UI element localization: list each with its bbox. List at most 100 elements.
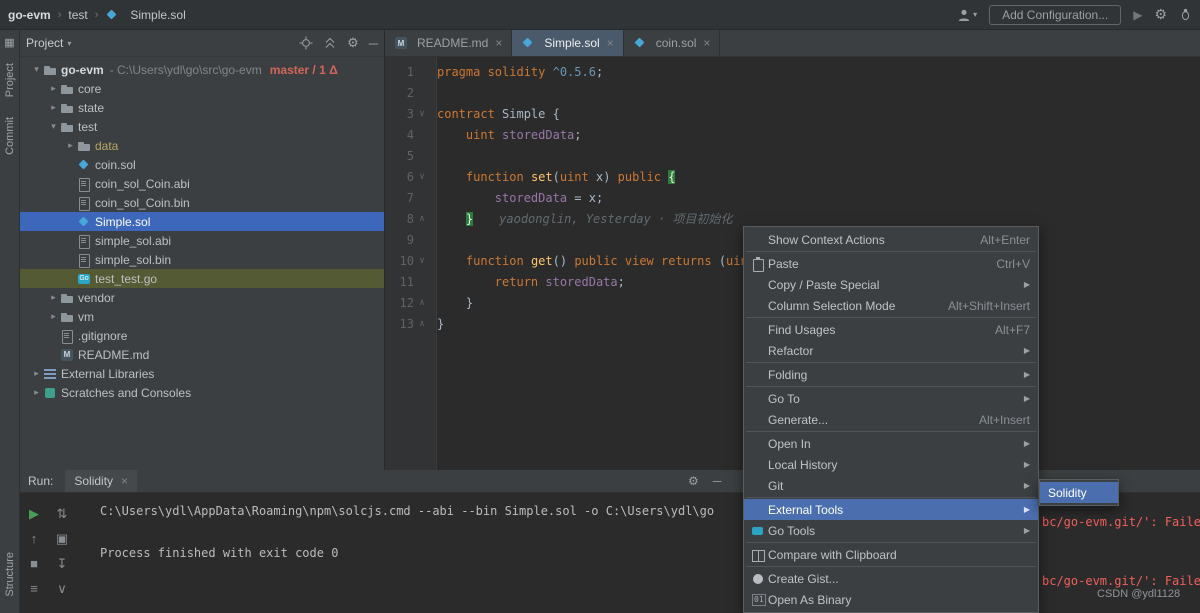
menu-item-external-tools[interactable]: External Tools▶ xyxy=(744,499,1038,520)
breadcrumb-folder[interactable]: test xyxy=(68,8,87,22)
menu-icon-slot xyxy=(748,478,768,494)
chevron-right-icon[interactable]: ▸ xyxy=(30,368,43,379)
submenu-item-solidity[interactable]: Solidity xyxy=(1040,482,1118,503)
menu-item-git[interactable]: Git▶ xyxy=(744,475,1038,496)
tree-item-go-evm[interactable]: ▾go-evm- C:\Users\ydl\go\src\go-evmmaste… xyxy=(20,60,384,79)
project-panel-title[interactable]: Project xyxy=(26,36,63,50)
tab-coin-sol[interactable]: coin.sol× xyxy=(624,30,721,56)
menu-item-label: Go Tools xyxy=(768,524,1014,538)
menu-item-generate[interactable]: Generate...Alt+Insert xyxy=(744,409,1038,430)
sort-icon[interactable]: ⇅ xyxy=(57,501,68,526)
chevron-right-icon[interactable]: ▸ xyxy=(47,292,60,303)
panel-settings-gear-icon[interactable]: ⚙ xyxy=(347,35,359,51)
tree-item-coin-sol-coin-abi[interactable]: coin_sol_Coin.abi xyxy=(20,174,384,193)
menu-item-find-usages[interactable]: Find UsagesAlt+F7 xyxy=(744,319,1038,340)
add-configuration-button[interactable]: Add Configuration... xyxy=(989,5,1121,25)
chevron-right-icon: › xyxy=(58,9,62,21)
line-number: 12 xyxy=(392,293,414,314)
tab-label: README.md xyxy=(417,36,488,50)
menu-item-create-gist[interactable]: Create Gist... xyxy=(744,568,1038,589)
stop-button[interactable]: ■ xyxy=(30,551,38,576)
submenu-arrow-icon: ▶ xyxy=(1024,280,1030,289)
tree-item-simple-sol-bin[interactable]: simple_sol.bin xyxy=(20,250,384,269)
fold-up-icon[interactable]: ∧ xyxy=(414,293,430,314)
chevron-right-icon[interactable]: ▸ xyxy=(64,140,77,151)
tree-item-vendor[interactable]: ▸vendor xyxy=(20,288,384,307)
tool-button-structure[interactable]: Structure xyxy=(4,552,16,597)
fold-up-icon[interactable]: ∧ xyxy=(414,314,430,335)
chevron-down-icon[interactable]: ▾ xyxy=(30,64,43,75)
chevron-right-icon[interactable]: ▸ xyxy=(30,387,43,398)
up-stack-trace-icon[interactable]: ↑ xyxy=(31,526,38,551)
tab-simple-sol[interactable]: Simple.sol× xyxy=(512,30,623,56)
tree-item-test[interactable]: ▾test xyxy=(20,117,384,136)
fold-down-icon[interactable]: ∨ xyxy=(414,167,430,188)
tree-item-test-test-go[interactable]: test_test.go xyxy=(20,269,384,288)
sol-icon xyxy=(633,36,647,50)
tree-item-coin-sol[interactable]: coin.sol xyxy=(20,155,384,174)
chevron-right-icon[interactable]: ▸ xyxy=(47,102,60,113)
menu-item-go-tools[interactable]: Go Tools▶ xyxy=(744,520,1038,541)
run-button[interactable]: ▶ xyxy=(1133,8,1142,22)
md-icon xyxy=(394,36,408,50)
tree-item-vm[interactable]: ▸vm xyxy=(20,307,384,326)
menu-item-folding[interactable]: Folding▶ xyxy=(744,364,1038,385)
soft-wrap-icon[interactable]: ▣ xyxy=(56,526,68,551)
console-settings-gear-icon[interactable]: ⚙ xyxy=(688,474,699,488)
close-icon[interactable]: × xyxy=(703,36,710,50)
menu-item-paste[interactable]: PasteCtrl+V xyxy=(744,253,1038,274)
breadcrumb-file[interactable]: Simple.sol xyxy=(130,8,185,22)
locate-file-icon[interactable] xyxy=(299,36,313,50)
titlebar: go-evm › test › Simple.sol ▾ Add Configu… xyxy=(0,0,1200,30)
tree-item-coin-sol-coin-bin[interactable]: coin_sol_Coin.bin xyxy=(20,193,384,212)
menu-item-label: Copy / Paste Special xyxy=(768,278,1014,292)
close-icon[interactable]: × xyxy=(607,36,614,50)
tree-item-state[interactable]: ▸state xyxy=(20,98,384,117)
fold-down-icon[interactable]: ∨ xyxy=(414,251,430,272)
tool-button-project[interactable]: Project xyxy=(4,63,16,97)
menu-item-local-history[interactable]: Local History▶ xyxy=(744,454,1038,475)
breadcrumb-project[interactable]: go-evm xyxy=(8,8,51,22)
rerun-button[interactable]: ▶ xyxy=(29,501,39,526)
tree-item-core[interactable]: ▸core xyxy=(20,79,384,98)
tree-item-readme-md[interactable]: README.md xyxy=(20,345,384,364)
run-toolbar-col1: ▶↑■≡ xyxy=(20,501,48,613)
run-options-icon[interactable]: ≡ xyxy=(30,576,38,601)
close-icon[interactable]: × xyxy=(495,36,502,50)
menu-item-open-in[interactable]: Open In▶ xyxy=(744,433,1038,454)
menu-item-copy-paste-special[interactable]: Copy / Paste Special ▶ xyxy=(744,274,1038,295)
tree-item-data[interactable]: ▸data xyxy=(20,136,384,155)
user-account-button[interactable]: ▾ xyxy=(957,8,977,22)
run-tab-solidity[interactable]: Solidity × xyxy=(65,470,137,492)
collapse-all-icon[interactable]: ∨ xyxy=(57,576,67,601)
menu-item-go-to[interactable]: Go To▶ xyxy=(744,388,1038,409)
scroll-to-end-icon[interactable]: ↧ xyxy=(57,551,68,576)
fold-up-icon[interactable]: ∧ xyxy=(414,209,430,230)
tree-item-simple-sol[interactable]: Simple.sol xyxy=(20,212,384,231)
fold-down-icon[interactable]: ∨ xyxy=(414,104,430,125)
chevron-down-icon[interactable]: ▾ xyxy=(47,121,60,132)
tree-item-gitignore[interactable]: .gitignore xyxy=(20,326,384,345)
menu-item-open-as-binary[interactable]: Open As Binary xyxy=(744,589,1038,610)
settings-gear-icon[interactable]: ⚙ xyxy=(1154,6,1167,23)
tree-item-external-libraries[interactable]: ▸External Libraries xyxy=(20,364,384,383)
debug-bug-icon[interactable] xyxy=(1179,8,1192,21)
tree-item-path: - C:\Users\ydl\go\src\go-evm xyxy=(110,63,262,77)
close-icon[interactable]: × xyxy=(121,474,128,488)
hide-console-icon[interactable]: ─ xyxy=(713,474,722,488)
menu-item-label: Go To xyxy=(768,392,1014,406)
tree-item-label: Simple.sol xyxy=(95,215,150,229)
menu-item-column-selection-mode[interactable]: Column Selection ModeAlt+Shift+Insert xyxy=(744,295,1038,316)
menu-item-refactor[interactable]: Refactor▶ xyxy=(744,340,1038,361)
chevron-right-icon[interactable]: ▸ xyxy=(47,311,60,322)
file-icon xyxy=(60,329,74,343)
tab-readme-md[interactable]: README.md × xyxy=(385,30,512,56)
tree-item-scratches-and-consoles[interactable]: ▸Scratches and Consoles xyxy=(20,383,384,402)
collapse-all-icon[interactable] xyxy=(323,36,337,50)
hide-panel-icon[interactable]: ─ xyxy=(369,36,378,51)
tool-button-commit[interactable]: Commit xyxy=(4,117,16,155)
menu-item-show-context-actions[interactable]: Show Context ActionsAlt+Enter xyxy=(744,229,1038,250)
tree-item-simple-sol-abi[interactable]: simple_sol.abi xyxy=(20,231,384,250)
chevron-right-icon[interactable]: ▸ xyxy=(47,83,60,94)
menu-item-compare-with-clipboard[interactable]: Compare with Clipboard xyxy=(744,544,1038,565)
